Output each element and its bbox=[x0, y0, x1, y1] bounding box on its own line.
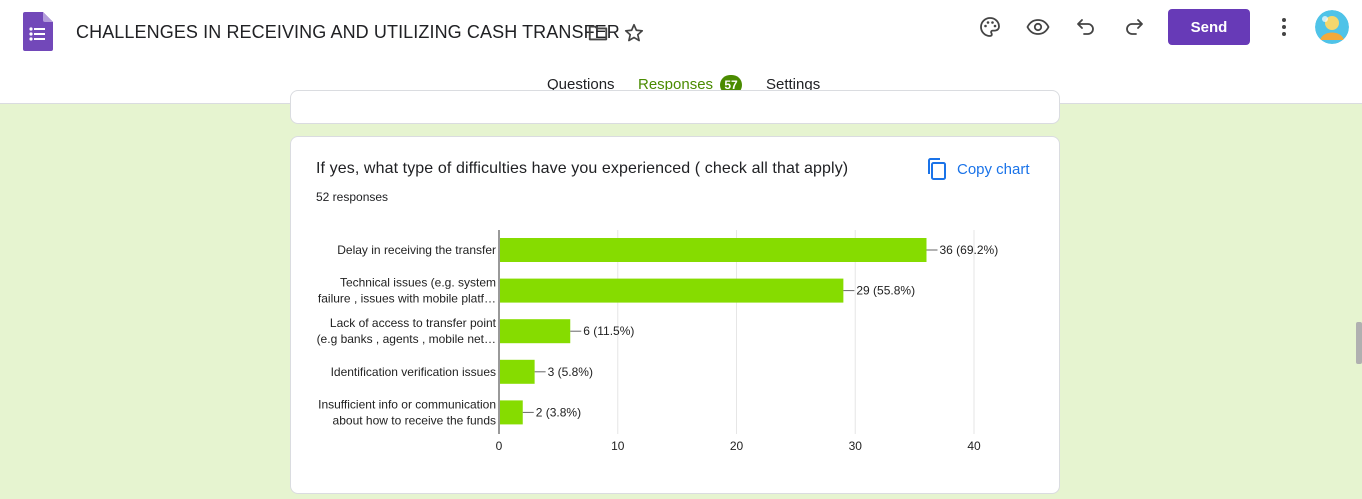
x-tick-label: 10 bbox=[611, 439, 625, 453]
category-label: Delay in receiving the transfer bbox=[337, 243, 496, 257]
eye-icon[interactable] bbox=[1026, 15, 1050, 39]
data-label: 36 (69.2%) bbox=[940, 243, 999, 257]
x-tick-label: 20 bbox=[730, 439, 744, 453]
x-tick-label: 0 bbox=[496, 439, 503, 453]
category-label: Insufficient info or communication bbox=[318, 397, 496, 411]
bar bbox=[500, 319, 571, 344]
app-header: CHALLENGES IN RECEIVING AND UTILIZING CA… bbox=[0, 0, 1362, 104]
category-label: about how to receive the funds bbox=[333, 413, 496, 427]
category-label: failure , issues with mobile platf… bbox=[318, 292, 496, 306]
data-label: 29 (55.8%) bbox=[856, 284, 915, 298]
category-label: Technical issues (e.g. system bbox=[340, 276, 496, 290]
category-label: Identification verification issues bbox=[331, 365, 496, 379]
palette-icon[interactable] bbox=[978, 15, 1002, 39]
avatar[interactable] bbox=[1315, 10, 1349, 44]
redo-icon[interactable] bbox=[1122, 15, 1146, 39]
folder-icon[interactable] bbox=[587, 22, 609, 44]
category-label: (e.g banks , agents , mobile net… bbox=[317, 332, 496, 346]
scrollbar-thumb[interactable] bbox=[1356, 322, 1362, 364]
bar bbox=[500, 278, 844, 303]
x-tick-label: 30 bbox=[849, 439, 863, 453]
star-icon[interactable] bbox=[623, 22, 645, 44]
x-tick-label: 40 bbox=[967, 439, 981, 453]
forms-logo-icon[interactable] bbox=[23, 12, 53, 51]
previous-question-card bbox=[290, 90, 1060, 124]
question-summary-card: If yes, what type of difficulties have y… bbox=[290, 136, 1060, 494]
bar bbox=[500, 359, 535, 384]
bar bbox=[500, 238, 927, 262]
document-title[interactable]: CHALLENGES IN RECEIVING AND UTILIZING CA… bbox=[76, 22, 620, 43]
more-vert-icon[interactable] bbox=[1272, 15, 1296, 39]
send-button[interactable]: Send bbox=[1168, 9, 1250, 45]
data-label: 2 (3.8%) bbox=[536, 405, 581, 419]
data-label: 3 (5.8%) bbox=[548, 365, 593, 379]
bar bbox=[500, 400, 523, 425]
bar-chart: 0 10 20 30 40 36 (69.2%) Delay in receiving th… bbox=[317, 230, 999, 453]
data-label: 6 (11.5%) bbox=[583, 324, 634, 338]
undo-icon[interactable] bbox=[1074, 15, 1098, 39]
category-label: Lack of access to transfer point bbox=[330, 316, 497, 330]
